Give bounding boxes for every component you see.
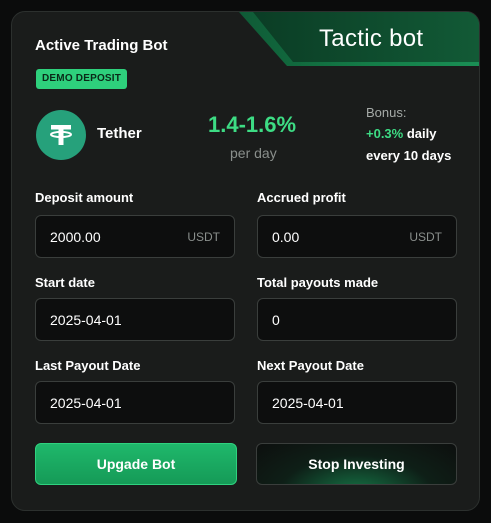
start-date-field[interactable]: 2025-04-01 [35,298,235,341]
total-payouts-label: Total payouts made [257,275,379,290]
bonus-frequency: daily [406,126,437,141]
stop-investing-button[interactable]: Stop Investing [256,443,457,485]
demo-deposit-badge: DEMO DEPOSIT [36,69,128,89]
total-payouts-field[interactable]: 0 [257,298,457,341]
next-payout-value: 2025-04-01 [272,395,344,411]
daily-rate: 1.4-1.6% [208,112,297,137]
tether-icon [36,110,86,160]
deposit-amount-value: 2000.00 [50,229,101,245]
last-payout-value: 2025-04-01 [50,395,122,411]
coin-name: Tether [97,125,142,142]
accrued-profit-value: 0.00 [272,229,300,245]
start-date-label: Start date [35,275,95,290]
deposit-amount-field[interactable]: 2000.00 USDT [35,215,235,258]
rate-period: per day [230,145,277,161]
upgrade-bot-button[interactable]: Upgade Bot [35,443,237,485]
deposit-amount-unit: USDT [187,230,220,244]
bonus-schedule: every 10 days [366,148,452,163]
accrued-profit-field[interactable]: 0.00 USDT [257,215,457,258]
start-date-value: 2025-04-01 [50,312,122,328]
next-payout-field[interactable]: 2025-04-01 [257,381,457,424]
deposit-amount-label: Deposit amount [35,190,134,205]
tab-title: Tactic bot [319,25,424,52]
accrued-profit-unit: USDT [409,230,442,244]
bonus-percent: +0.3% [366,126,404,141]
bonus-label: Bonus: [366,105,407,120]
accrued-profit-label: Accrued profit [257,190,346,205]
last-payout-label: Last Payout Date [35,358,141,373]
last-payout-field[interactable]: 2025-04-01 [35,381,235,424]
next-payout-label: Next Payout Date [257,358,364,373]
trading-bot-card: Tactic bot Active Trading Bot DEMO DEPOS… [11,11,480,511]
total-payouts-value: 0 [272,312,280,328]
bonus-rate: +0.3% daily [366,126,436,141]
bot-title: Active Trading Bot [35,37,168,54]
